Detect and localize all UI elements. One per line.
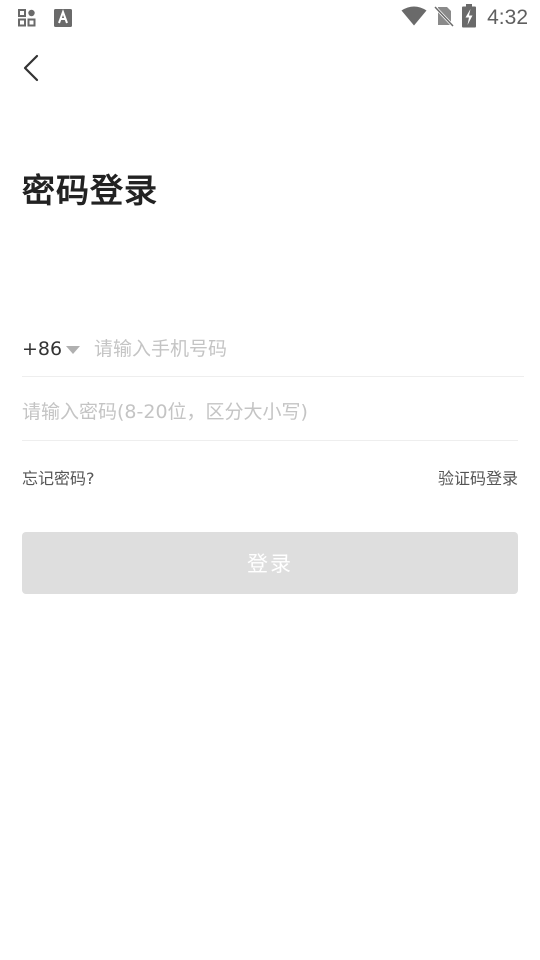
login-button[interactable]: 登录 <box>22 532 518 594</box>
password-row <box>22 384 518 441</box>
status-icons: 4:32 <box>395 4 528 32</box>
status-bar: 4:32 <box>0 0 540 36</box>
password-input[interactable] <box>22 401 518 423</box>
page-title: 密码登录 <box>22 171 158 210</box>
country-code-label: +86 <box>22 338 63 360</box>
phone-row: +86 <box>22 322 524 377</box>
code-login-link[interactable]: 验证码登录 <box>438 465 518 489</box>
status-time: 4:32 <box>487 6 528 29</box>
caret-down-icon <box>66 346 81 354</box>
wifi-icon <box>401 6 427 30</box>
no-sim-icon <box>433 5 455 31</box>
text-a-icon <box>54 9 72 31</box>
battery-charging-icon <box>461 4 477 32</box>
login-screen: 4:32 密码登录 +86 忘记密码? 验证码登录 登录 <box>0 0 540 960</box>
country-code-selector[interactable]: +86 <box>22 338 94 360</box>
phone-input[interactable] <box>94 338 514 360</box>
back-button[interactable] <box>14 50 50 86</box>
apps-grid-icon <box>18 9 36 31</box>
forgot-password-link[interactable]: 忘记密码? <box>22 465 95 489</box>
chevron-left-icon <box>23 54 39 82</box>
